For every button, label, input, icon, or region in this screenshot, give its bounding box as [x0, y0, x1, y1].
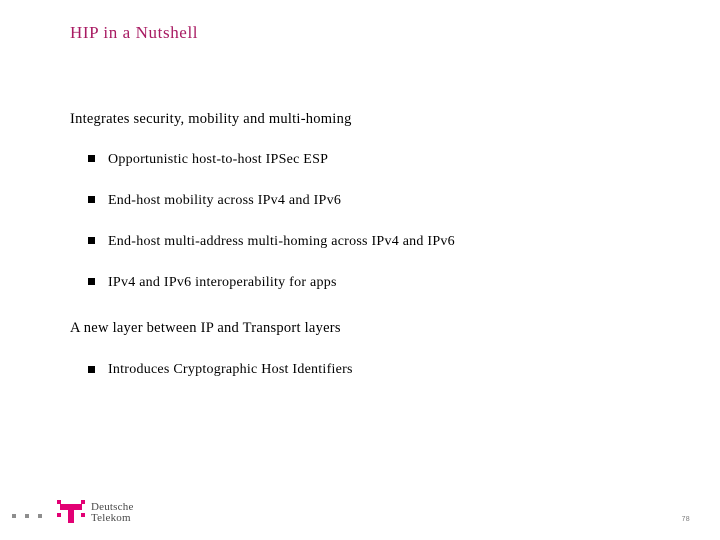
list-item-label: IPv4 and IPv6 interoperability for apps	[108, 274, 337, 290]
list-item: IPv4 and IPv6 interoperability for apps	[88, 274, 720, 290]
section-heading: A new layer between IP and Transport lay…	[70, 319, 341, 336]
square-bullet-icon	[88, 155, 95, 162]
slide-canvas: HIP in a Nutshell Integrates security, m…	[0, 0, 720, 540]
t-vertical-bar	[68, 504, 74, 523]
content-section: Integrates security, mobility and multi-…	[0, 112, 720, 290]
logo-dot-icon	[12, 514, 16, 518]
page-title: HIP in a Nutshell	[70, 23, 199, 42]
t-corner-square	[57, 513, 61, 517]
bullet-list: Opportunistic host-to-host IPSec ESP End…	[0, 151, 720, 290]
logo-wordmark-line-2: Telekom	[91, 512, 131, 524]
telekom-t-icon	[57, 500, 85, 526]
square-bullet-icon	[88, 196, 95, 203]
section-heading: Integrates security, mobility and multi-…	[70, 111, 352, 127]
list-item-label: End-host multi-address multi-homing acro…	[108, 233, 455, 249]
square-bullet-icon	[88, 365, 95, 373]
bullet-list: Introduces Cryptographic Host Identifier…	[0, 363, 720, 377]
slide-body: Integrates security, mobility and multi-…	[0, 112, 720, 377]
content-section: A new layer between IP and Transport lay…	[0, 319, 720, 378]
list-item-label: End-host mobility across IPv4 and IPv6	[108, 192, 342, 208]
square-bullet-icon	[88, 237, 95, 244]
list-item: Opportunistic host-to-host IPSec ESP	[88, 151, 720, 167]
logo-dots	[12, 514, 51, 518]
list-item: End-host multi-address multi-homing acro…	[88, 233, 720, 249]
list-item-label: Introduces Cryptographic Host Identifier…	[108, 362, 353, 377]
logo-dot-icon	[25, 514, 29, 518]
logo-dot-icon	[38, 514, 42, 518]
square-bullet-icon	[88, 278, 95, 285]
list-item: Introduces Cryptographic Host Identifier…	[88, 363, 720, 377]
list-item: End-host mobility across IPv4 and IPv6	[88, 192, 720, 208]
list-item-label: Opportunistic host-to-host IPSec ESP	[108, 151, 329, 167]
t-corner-square	[81, 513, 85, 517]
deutsche-telekom-logo: Deutsche Telekom	[12, 499, 134, 527]
page-number: 78	[681, 516, 690, 523]
logo-wordmark: Deutsche Telekom	[91, 501, 134, 525]
